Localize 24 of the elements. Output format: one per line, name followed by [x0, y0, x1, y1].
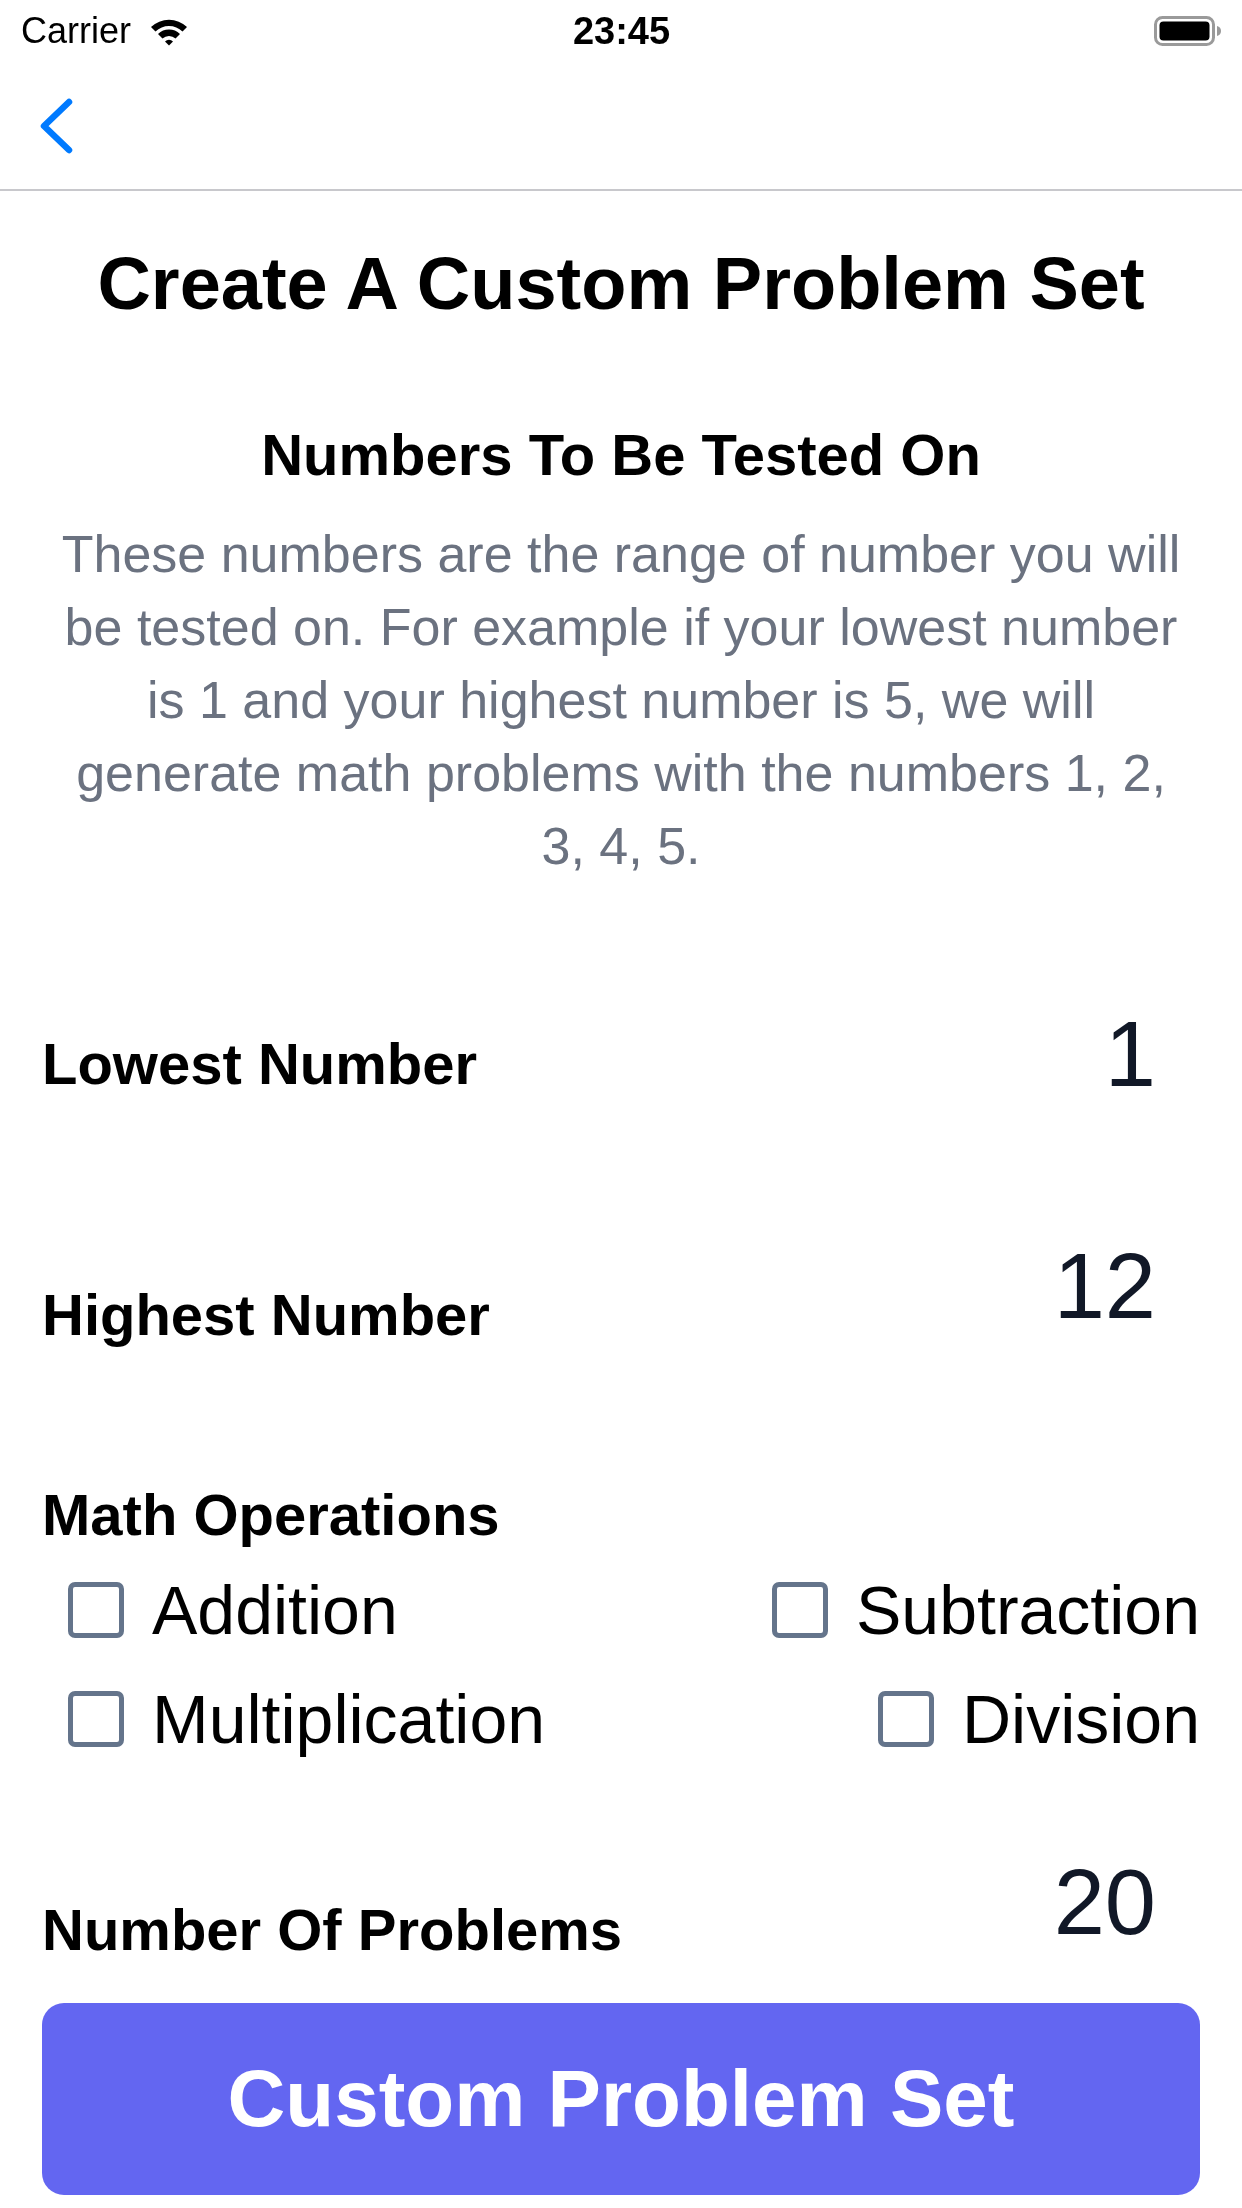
page-title: Create A Custom Problem Set — [96, 241, 1146, 327]
field-label: Number Of Problems — [42, 1896, 623, 1964]
submit-button[interactable]: Custom Problem Set — [42, 2003, 1200, 2195]
checkbox-label: Multiplication — [152, 1680, 546, 1759]
checkbox-label: Subtraction — [856, 1571, 1200, 1650]
field-label: Lowest Number — [42, 1030, 478, 1098]
checkbox[interactable] — [772, 1582, 828, 1638]
range-description: These numbers are the range of number you will be tested on. For example if your lowest number is 1 and your highest number is 5, we will generate math problems with the numbers 1, 2, 3, 4, 5. — [60, 524, 1182, 877]
carrier-label: Carrier — [21, 10, 131, 52]
checkbox-label: Addition — [152, 1571, 398, 1650]
back-chevron-icon — [38, 97, 74, 154]
number-field[interactable]: 12 — [1053, 1231, 1156, 1341]
section-heading: Numbers To Be Tested On — [260, 421, 982, 489]
number-field[interactable]: 1 — [1104, 999, 1156, 1109]
section-label: Math Operations — [42, 1481, 500, 1549]
checkbox-label: Division — [961, 1680, 1200, 1759]
field-label: Highest Number — [42, 1281, 490, 1349]
number-field[interactable]: 20 — [1053, 1847, 1156, 1957]
status-time: 23:45 — [572, 9, 671, 53]
back-button[interactable] — [38, 97, 74, 154]
battery-icon — [1154, 16, 1222, 46]
checkbox[interactable] — [877, 1691, 934, 1747]
checkbox[interactable] — [68, 1691, 124, 1747]
checkbox[interactable] — [68, 1582, 124, 1638]
